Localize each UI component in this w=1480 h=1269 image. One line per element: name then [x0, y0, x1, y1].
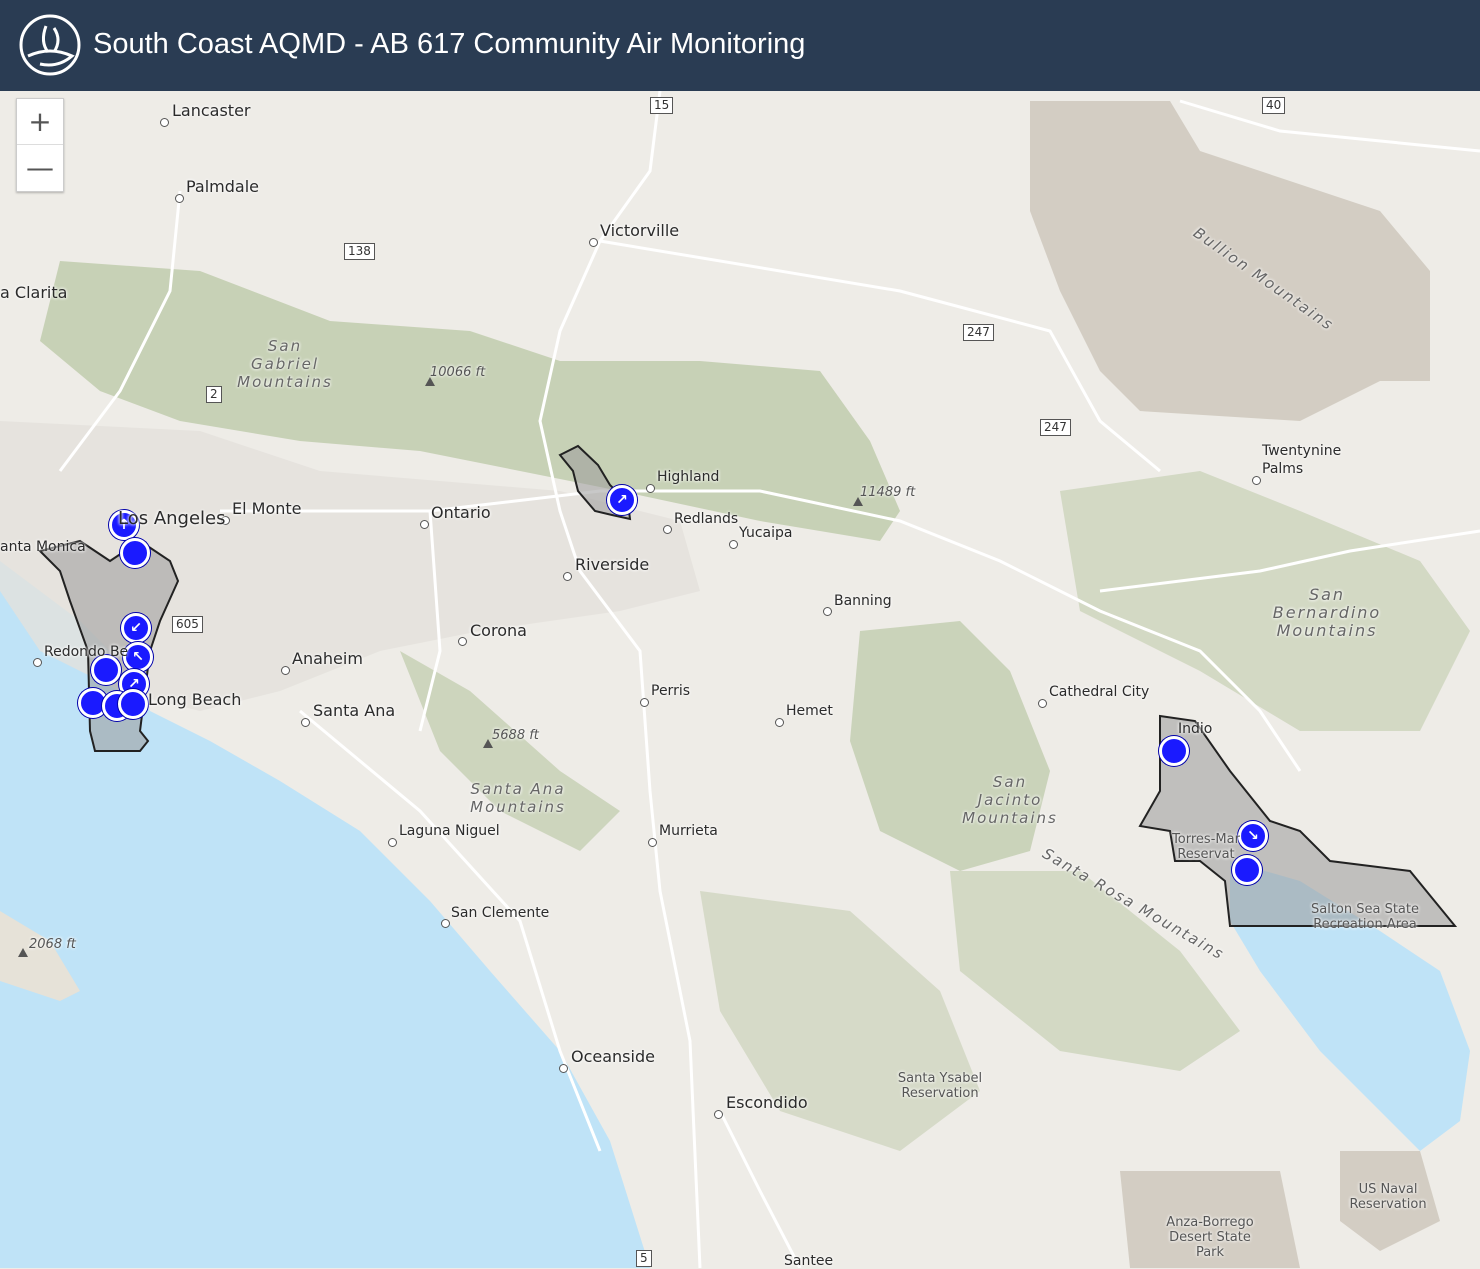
- city-label-long-beach: Long Beach: [148, 690, 242, 709]
- city-label-santa-ana: Santa Ana: [313, 701, 396, 720]
- park-label-torres: Torres-Mar Reservat: [1172, 832, 1240, 862]
- zoom-out-button[interactable]: —: [17, 145, 63, 190]
- city-label-highland: Highland: [657, 469, 720, 485]
- city-label-san-clemente: San Clemente: [451, 905, 550, 921]
- route-247-shield: 247: [963, 324, 994, 341]
- elevation-label: 5688 ft: [492, 728, 539, 743]
- city-label-hemet: Hemet: [786, 703, 833, 719]
- elevation-label: 11489 ft: [860, 485, 916, 500]
- terrain-label-san-gabriel: San Gabriel Mountains: [237, 337, 333, 391]
- route-2-shield: 2: [206, 386, 222, 403]
- city-dot: [301, 718, 310, 727]
- terrain-label-san-bernardino: San Bernardino Mountains: [1272, 585, 1382, 640]
- app-title: South Coast AQMD - AB 617 Community Air …: [93, 28, 806, 60]
- city-dot: [458, 637, 467, 646]
- monitor-marker-arrow[interactable]: ↗: [607, 485, 637, 515]
- city-dot: [441, 919, 450, 928]
- city-label-palmdale: Palmdale: [186, 177, 260, 196]
- city-dot: [589, 238, 598, 247]
- city-dot: [640, 698, 649, 707]
- city-dot: [281, 666, 290, 675]
- route-138-shield: 138: [344, 243, 375, 260]
- city-dot: [646, 484, 655, 493]
- route-605-shield: 605: [172, 616, 203, 633]
- elevation-label: 10066 ft: [430, 365, 486, 380]
- city-label-indio: Indio: [1178, 721, 1213, 737]
- city-label-santee: Santee: [784, 1253, 834, 1269]
- city-dot: [823, 607, 832, 616]
- city-label-ontario: Ontario: [431, 503, 491, 522]
- city-dot: [160, 118, 169, 127]
- app-header: South Coast AQMD - AB 617 Community Air …: [0, 0, 1480, 91]
- city-label-yucaipa: Yucaipa: [739, 525, 793, 541]
- city-dot: [1038, 699, 1047, 708]
- city-dot: [729, 540, 738, 549]
- city-label-lancaster: Lancaster: [172, 101, 251, 120]
- city-label-clarita: a Clarita: [0, 283, 68, 302]
- city-label-riverside: Riverside: [575, 555, 650, 574]
- city-label-banning: Banning: [834, 593, 892, 609]
- route-5-shield: 5: [636, 1250, 652, 1267]
- route-247-shield: 247: [1040, 419, 1071, 436]
- elevation-label: 2068 ft: [29, 937, 76, 952]
- city-label-cathedral-city: Cathedral City: [1049, 684, 1150, 700]
- city-dot: [648, 838, 657, 847]
- park-label-santa-ysabel: Santa Ysabel Reservation: [897, 1071, 983, 1101]
- city-label-laguna-niguel: Laguna Niguel: [399, 823, 500, 839]
- monitor-marker[interactable]: [118, 689, 148, 719]
- route-40-shield: 40: [1262, 97, 1286, 114]
- city-dot: [1252, 476, 1261, 485]
- route-15-shield: 15: [650, 97, 674, 114]
- city-label-escondido: Escondido: [726, 1093, 808, 1112]
- city-label-murrieta: Murrieta: [659, 823, 718, 839]
- terrain-label-santa-ana: Santa Ana Mountains: [470, 780, 566, 816]
- city-label-redlands: Redlands: [674, 511, 739, 527]
- city-dot: [33, 658, 42, 667]
- city-label-santa-monica: anta Monica: [0, 539, 86, 555]
- city-label-redondo: Redondo Be: [44, 644, 129, 660]
- monitor-marker[interactable]: [120, 538, 150, 568]
- city-dot: [388, 838, 397, 847]
- terrain-label-san-jacinto: San Jacinto Mountains: [962, 773, 1058, 827]
- zoom-in-button[interactable]: +: [17, 99, 63, 145]
- city-dot: [559, 1064, 568, 1073]
- city-dot: [775, 718, 784, 727]
- city-label-perris: Perris: [651, 683, 691, 699]
- city-label-anaheim: Anaheim: [292, 649, 363, 668]
- city-label-los-angeles: Los Angeles: [118, 508, 226, 529]
- city-label-victorville: Victorville: [600, 221, 680, 240]
- zoom-control: + —: [16, 98, 64, 192]
- city-label-oceanside: Oceanside: [571, 1047, 655, 1066]
- park-label-anza: Anza-Borrego Desert State Park: [1166, 1215, 1254, 1260]
- city-dot: [714, 1110, 723, 1119]
- monitor-marker[interactable]: [1159, 736, 1189, 766]
- aqmd-logo-icon: [19, 14, 81, 76]
- city-label-corona: Corona: [470, 621, 527, 640]
- city-label-twentynine-palms: Twentynine Palms: [1262, 443, 1342, 477]
- city-label-el-monte: El Monte: [232, 499, 302, 518]
- city-dot: [420, 520, 429, 529]
- monitor-marker-arrow[interactable]: ↙: [121, 613, 151, 643]
- city-dot: [663, 525, 672, 534]
- park-label-us-naval: US Naval Reservation: [1349, 1182, 1427, 1212]
- city-dot: [563, 572, 572, 581]
- city-dot: [175, 194, 184, 203]
- park-label-salton: Salton Sea State Recreation Area: [1310, 902, 1419, 932]
